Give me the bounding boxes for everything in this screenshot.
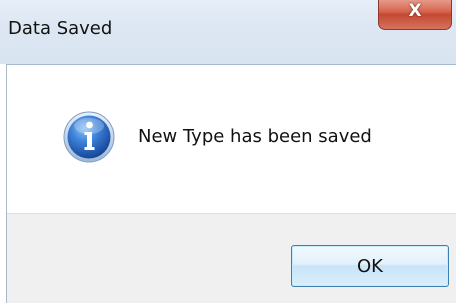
close-button[interactable]: X [378,0,452,30]
window-title: Data Saved [8,18,113,39]
close-icon: X [408,1,422,21]
message-area: New Type has been saved [7,65,456,213]
message-text: New Type has been saved [138,126,372,147]
title-bar[interactable]: Data Saved X [0,0,456,64]
information-icon [63,111,115,163]
message-dialog: Data Saved X New Type has been saved OK [0,0,456,303]
dialog-client-area: New Type has been saved OK [6,64,456,303]
ok-button[interactable]: OK [291,245,449,287]
button-area: OK [7,213,456,303]
